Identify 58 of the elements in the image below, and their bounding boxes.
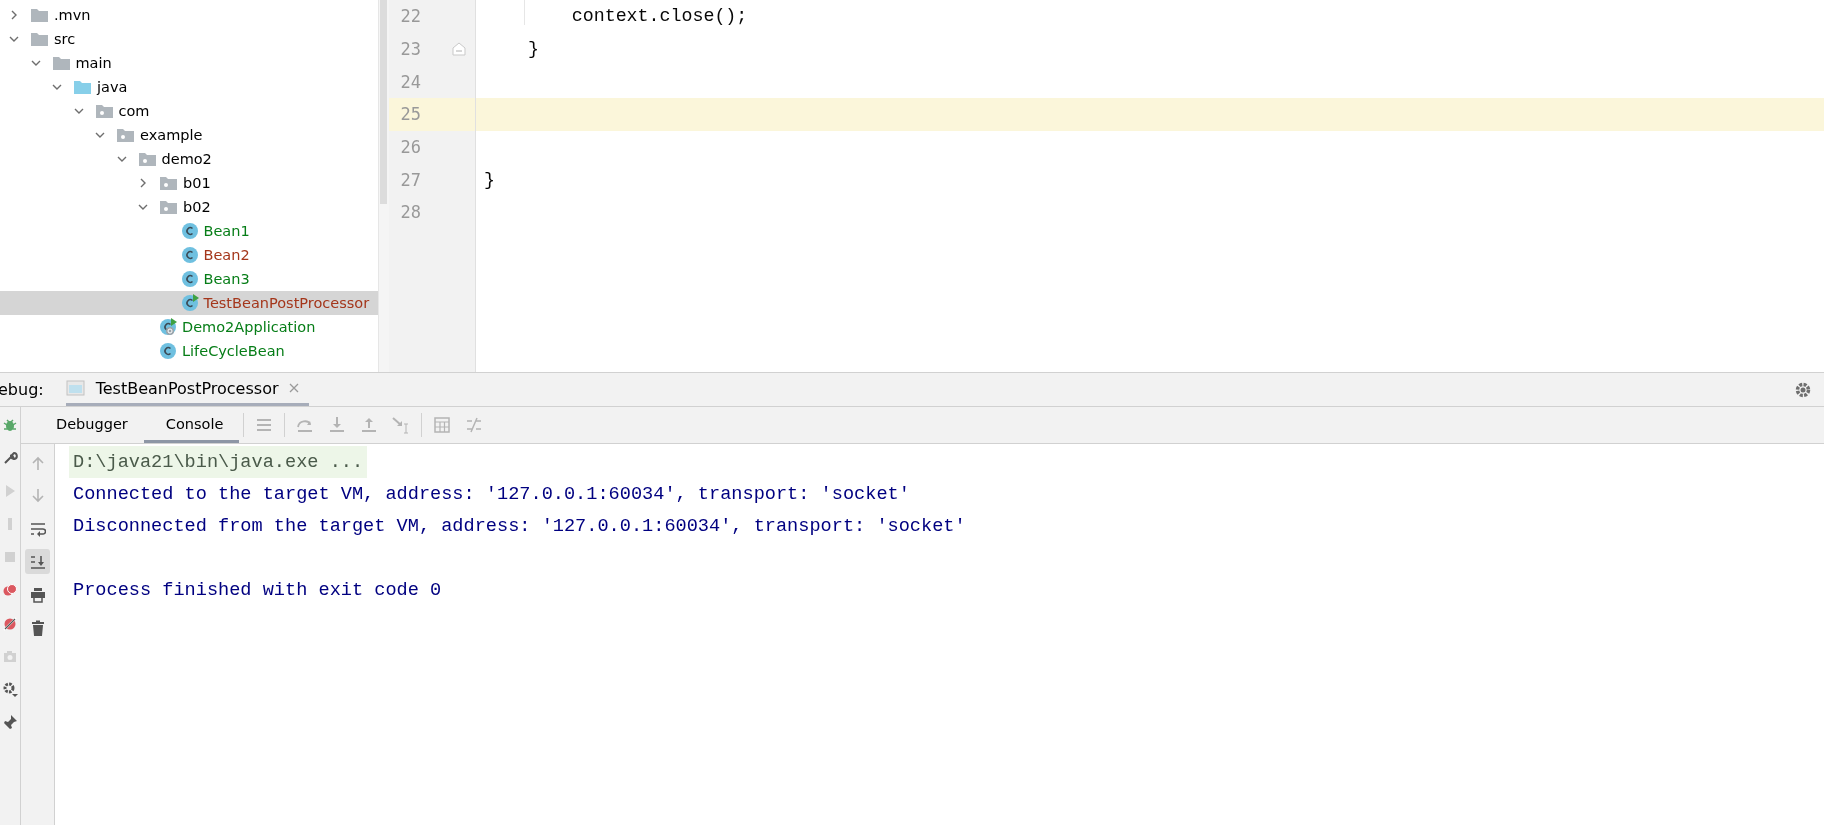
tree-item[interactable]: com bbox=[0, 99, 378, 123]
line-number: 23 bbox=[399, 39, 421, 60]
pin-icon[interactable] bbox=[2, 714, 18, 730]
tree-item[interactable]: example bbox=[0, 123, 378, 147]
folder-icon bbox=[30, 7, 49, 23]
code-line: } bbox=[526, 39, 539, 60]
package-icon bbox=[159, 175, 178, 191]
class-icon bbox=[180, 246, 199, 264]
code-line: context.close(); bbox=[570, 6, 748, 27]
tree-item[interactable]: LifeCycleBean bbox=[0, 339, 378, 363]
trash-icon[interactable] bbox=[29, 619, 46, 636]
settings-icon[interactable] bbox=[1794, 380, 1812, 399]
tree-item[interactable]: main bbox=[0, 51, 378, 75]
console-output: Disconnected from the target VM, address: '127.0.0.1:60034', transport: 'socket' bbox=[72, 515, 967, 537]
session-tab[interactable]: TestBeanPostProcessor bbox=[65, 373, 309, 406]
window-icon bbox=[65, 379, 86, 397]
class-icon bbox=[180, 222, 199, 240]
line-number: 26 bbox=[399, 137, 421, 158]
application-class-icon bbox=[159, 318, 177, 336]
tree-item[interactable]: demo2 bbox=[0, 147, 378, 171]
package-icon bbox=[137, 151, 157, 167]
scrollbar-thumb[interactable] bbox=[380, 0, 387, 204]
class-icon bbox=[159, 342, 177, 360]
runnable-class-icon bbox=[180, 294, 199, 312]
console-output: Connected to the target VM, address: '127.0.0.1:60034', transport: 'socket' bbox=[72, 483, 911, 505]
tree-item[interactable]: Bean2 bbox=[0, 243, 378, 267]
folder-icon bbox=[73, 79, 92, 95]
tree-item[interactable]: Demo2Application bbox=[0, 315, 378, 339]
tree-item[interactable]: Bean1 bbox=[0, 219, 378, 243]
tree-item[interactable]: Bean3 bbox=[0, 267, 378, 291]
package-icon bbox=[116, 127, 135, 143]
console-output: Process finished with exit code 0 bbox=[72, 579, 443, 601]
tree-item[interactable]: TestBeanPostProcessor bbox=[0, 291, 378, 315]
scroll-to-end-icon[interactable] bbox=[29, 553, 46, 570]
class-icon bbox=[180, 270, 199, 288]
tree-item[interactable]: b02 bbox=[0, 195, 378, 219]
line-number: 25 bbox=[399, 104, 421, 125]
mute-breakpoints-icon[interactable] bbox=[2, 615, 18, 631]
tab[interactable]: Debugger bbox=[34, 407, 144, 443]
package-icon bbox=[159, 199, 178, 215]
tree-item[interactable]: src bbox=[0, 27, 378, 51]
folder-icon bbox=[30, 31, 49, 47]
code-line: } bbox=[484, 169, 495, 190]
line-number: 28 bbox=[399, 202, 421, 223]
line-number: 22 bbox=[399, 6, 421, 27]
settings-icon[interactable] bbox=[2, 681, 18, 697]
printer-icon[interactable] bbox=[29, 586, 46, 603]
wrench-icon[interactable] bbox=[2, 450, 18, 466]
soft-wrap-icon[interactable] bbox=[29, 520, 46, 537]
line-number: 27 bbox=[399, 169, 421, 190]
line-number: 24 bbox=[399, 71, 421, 92]
tree-item[interactable]: .mvn bbox=[0, 3, 378, 27]
bug-icon[interactable] bbox=[2, 417, 18, 433]
tree-item[interactable]: java bbox=[0, 75, 378, 99]
package-icon bbox=[94, 103, 114, 119]
tree-item[interactable]: b01 bbox=[0, 171, 378, 195]
folder-icon bbox=[51, 55, 71, 71]
breakpoints-icon[interactable] bbox=[2, 582, 18, 598]
